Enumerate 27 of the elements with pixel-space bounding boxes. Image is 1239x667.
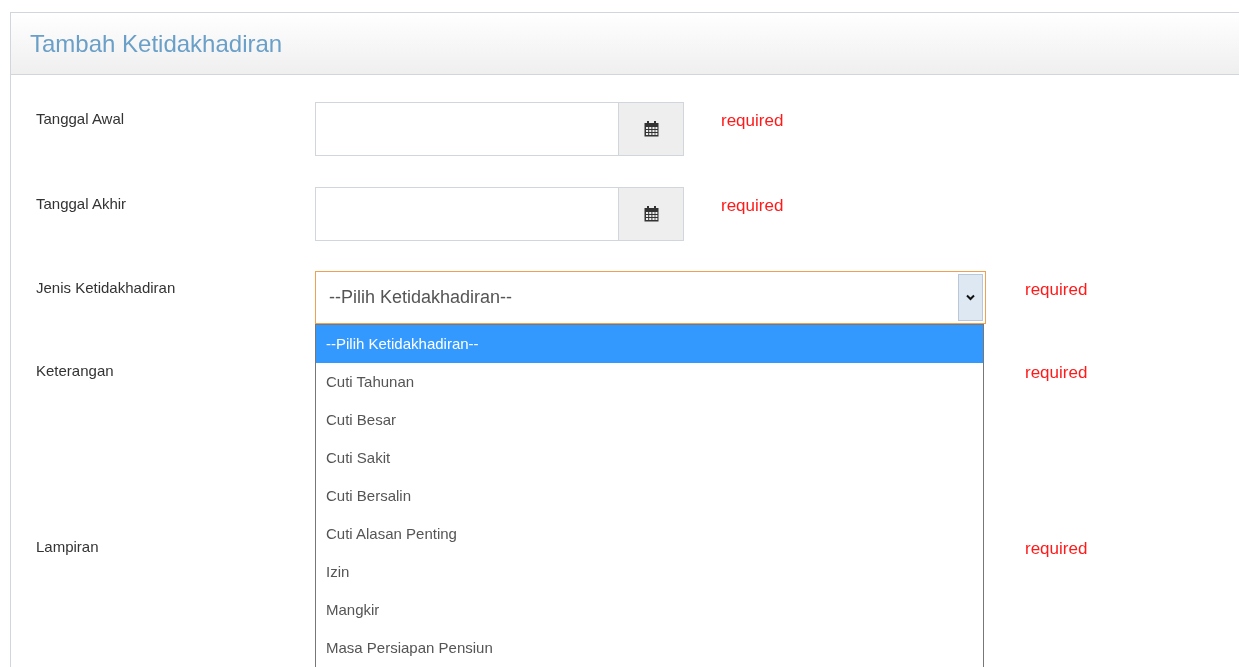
field-label: Keterangan [35,361,115,381]
required-hint: required [1025,279,1088,301]
date-input[interactable] [315,102,619,156]
required-hint: required [721,195,784,217]
calendar-button[interactable] [619,187,684,241]
required-hint: required [721,110,784,132]
dropdown-option[interactable]: Mangkir [316,591,983,629]
calendar-icon [643,206,659,222]
dropdown-select[interactable]: --Pilih Ketidakhadiran-- [315,271,986,324]
calendar-button[interactable] [619,102,684,156]
required-hint: required [1025,362,1088,384]
field-label: Tanggal Awal [35,109,126,129]
dropdown-option[interactable]: Masa Persiapan Pensiun [316,629,983,667]
calendar-icon [643,121,659,137]
dropdown-option[interactable]: Cuti Alasan Penting [316,515,983,553]
field-label: Tanggal Akhir [35,194,128,214]
dropdown-option[interactable]: Cuti Bersalin [316,477,983,515]
dropdown-option[interactable]: Cuti Tahunan [316,363,983,401]
chevron-down-icon [966,294,975,301]
panel-title: Tambah Ketidakhadiran [30,28,283,59]
dropdown-option[interactable]: Cuti Besar [316,401,983,439]
field-label: Lampiran [35,537,100,557]
field-label: Jenis Ketidakhadiran [35,278,177,298]
date-input[interactable] [315,187,619,241]
dropdown-option[interactable]: Izin [316,553,983,591]
dropdown-option[interactable]: Cuti Sakit [316,439,983,477]
required-hint: required [1025,538,1088,560]
